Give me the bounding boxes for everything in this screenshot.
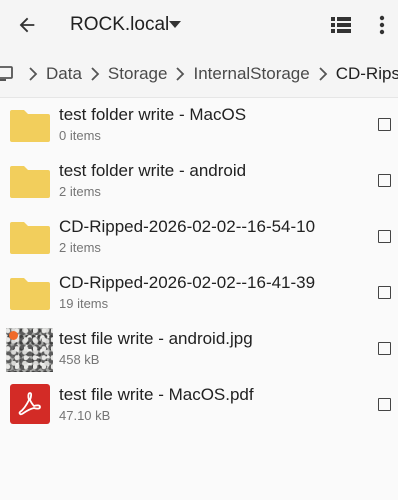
dot-indicator — [9, 331, 18, 340]
select-checkbox[interactable] — [378, 230, 391, 243]
list-item[interactable]: test file write - MacOS.pdf 47.10 kB — [0, 378, 398, 434]
select-checkbox[interactable] — [378, 174, 391, 187]
chevron-right-icon — [167, 50, 193, 97]
select-checkbox[interactable] — [378, 398, 391, 411]
item-name: CD-Ripped-2026-02-02--16-54-10 — [59, 217, 316, 236]
file-list: test folder write - MacOS 0 items test f… — [0, 98, 398, 434]
image-thumbnail — [6, 328, 53, 372]
breadcrumb-item-data[interactable]: Data — [46, 64, 82, 84]
list-item[interactable]: test file write - android.jpg 458 kB — [0, 322, 398, 378]
item-name: test folder write - MacOS — [59, 105, 247, 124]
item-name: test folder write - android — [59, 161, 247, 180]
select-checkbox[interactable] — [378, 342, 391, 355]
breadcrumb-item-internal-storage[interactable]: InternalStorage — [193, 64, 309, 84]
item-detail: 19 items — [59, 296, 109, 311]
item-name: CD-Ripped-2026-02-02--16-41-39 — [59, 273, 316, 292]
select-checkbox[interactable] — [378, 118, 391, 131]
list-item[interactable]: test folder write - MacOS 0 items — [0, 98, 398, 154]
item-name: test file write - android.jpg — [59, 329, 253, 348]
list-item[interactable]: CD-Ripped-2026-02-02--16-54-10 2 items — [0, 210, 398, 266]
arrow-left-icon[interactable] — [14, 12, 40, 38]
list-view-icon[interactable] — [330, 14, 352, 36]
server-title[interactable]: ROCK.local — [70, 14, 169, 36]
item-detail: 2 items — [59, 184, 101, 199]
app-toolbar: ROCK.local — [0, 0, 398, 50]
breadcrumb: Data Storage InternalStorage CD-Rips — [0, 50, 398, 98]
chevron-right-icon — [82, 50, 108, 97]
caret-down-icon[interactable] — [168, 14, 182, 36]
monitor-icon[interactable] — [0, 50, 20, 97]
item-detail: 0 items — [59, 128, 101, 143]
chevron-right-icon — [310, 50, 336, 97]
item-detail: 2 items — [59, 240, 101, 255]
select-checkbox[interactable] — [378, 286, 391, 299]
breadcrumb-item-storage[interactable]: Storage — [108, 64, 168, 84]
folder-icon — [8, 160, 52, 204]
more-vert-icon[interactable] — [376, 13, 388, 37]
list-item[interactable]: CD-Ripped-2026-02-02--16-41-39 19 items — [0, 266, 398, 322]
item-detail: 458 kB — [59, 352, 100, 367]
item-detail: 47.10 kB — [59, 408, 111, 423]
chevron-right-icon — [20, 50, 46, 97]
breadcrumb-item-cd-rips[interactable]: CD-Rips — [336, 64, 398, 84]
folder-icon — [8, 104, 52, 148]
list-item[interactable]: test folder write - android 2 items — [0, 154, 398, 210]
folder-icon — [8, 272, 52, 316]
pdf-icon — [10, 384, 50, 424]
folder-icon — [8, 216, 52, 260]
item-name: test file write - MacOS.pdf — [59, 385, 254, 404]
